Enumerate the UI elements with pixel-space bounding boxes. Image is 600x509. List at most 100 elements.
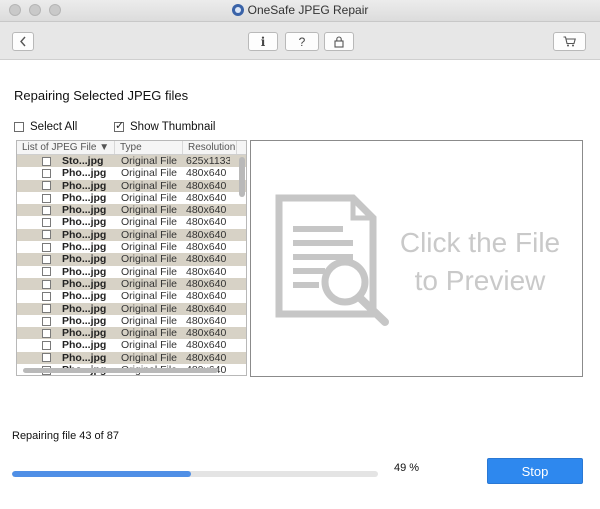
cart-button[interactable] <box>553 32 586 51</box>
table-row[interactable]: Pho...jpg Original File 480x640 <box>17 327 246 340</box>
table-row[interactable]: Sto...jpg Original File 625x1133 <box>17 155 246 168</box>
info-button[interactable]: i <box>248 32 278 51</box>
row-checkbox[interactable] <box>42 205 51 215</box>
table-row[interactable]: Pho...jpg Original File 480x640 <box>17 290 246 302</box>
table-row[interactable]: Pho...jpg Original File 480x640 <box>17 315 246 327</box>
file-resolution: 480x640 <box>186 216 227 229</box>
help-button[interactable]: ? <box>285 32 319 51</box>
row-checkbox[interactable] <box>42 193 51 203</box>
file-type: Original File <box>121 253 178 266</box>
select-all-box[interactable] <box>14 122 24 132</box>
row-checkbox[interactable] <box>42 353 51 363</box>
list-rows: Sto...jpg Original File 625x1133 Pho...jpg O… <box>17 155 246 375</box>
row-checkbox[interactable] <box>42 279 51 289</box>
window-title: OneSafe JPEG Repair <box>247 3 369 17</box>
lock-button[interactable] <box>324 32 354 51</box>
table-row[interactable]: Pho...jpg Original File 480x640 <box>17 277 246 291</box>
row-checkbox[interactable] <box>42 156 51 166</box>
table-row[interactable]: Pho...jpg Original File 480x640 <box>17 253 246 266</box>
document-search-icon <box>275 194 389 326</box>
info-icon: i <box>260 34 266 49</box>
title-bar: OneSafe JPEG Repair <box>0 0 600 22</box>
back-button[interactable] <box>12 32 34 51</box>
row-checkbox[interactable] <box>42 328 51 338</box>
show-thumbnail-box[interactable] <box>114 119 124 132</box>
row-checkbox[interactable] <box>42 316 51 326</box>
table-row[interactable]: Pho...jpg Original File 480x640 <box>17 351 246 365</box>
vertical-scrollbar[interactable] <box>239 157 245 197</box>
file-type: Original File <box>121 290 178 303</box>
file-type: Original File <box>121 302 178 315</box>
preview-hint-line2: to Preview <box>414 265 546 296</box>
preview-hint: Click the File to Preview <box>385 224 575 300</box>
cart-icon <box>563 36 576 47</box>
file-resolution: 480x640 <box>186 241 227 254</box>
file-resolution: 480x640 <box>186 327 227 340</box>
file-resolution: 480x640 <box>186 228 227 241</box>
horizontal-scrollbar[interactable] <box>23 368 218 373</box>
column-header-resolution[interactable]: Resolution <box>183 141 237 154</box>
app-logo-icon <box>231 4 244 16</box>
file-name: Pho...jpg <box>62 179 107 192</box>
table-row[interactable]: Pho...jpg Original File 480x640 <box>17 204 246 217</box>
column-header-type[interactable]: Type <box>115 141 183 154</box>
table-row[interactable]: Pho...jpg Original File 480x640 <box>17 241 246 253</box>
table-row[interactable]: Pho...jpg Original File 480x640 <box>17 302 246 315</box>
file-name: Pho...jpg <box>62 290 107 303</box>
table-row[interactable]: Pho...jpg Original File 480x640 <box>17 216 246 228</box>
preview-pane[interactable]: Click the File to Preview <box>250 140 583 377</box>
file-name: Pho...jpg <box>62 265 107 278</box>
file-type: Original File <box>121 265 178 278</box>
file-type: Original File <box>121 228 178 241</box>
show-thumbnail-label: Show Thumbnail <box>130 121 216 133</box>
row-checkbox[interactable] <box>42 242 51 252</box>
file-resolution: 480x640 <box>186 302 227 315</box>
file-type: Original File <box>121 241 178 254</box>
row-checkbox[interactable] <box>42 181 51 191</box>
show-thumbnail-checkbox[interactable]: Show Thumbnail <box>114 119 216 133</box>
file-name: Pho...jpg <box>62 302 107 315</box>
table-row[interactable]: Pho...jpg Original File 480x640 <box>17 179 246 192</box>
table-row[interactable]: Pho...jpg Original File 480x640 <box>17 266 246 278</box>
file-resolution: 480x640 <box>186 204 227 217</box>
file-name: Pho...jpg <box>62 167 107 180</box>
file-name: Pho...jpg <box>62 339 107 352</box>
file-list[interactable]: List of JPEG File ▼ Type Resolution Sto.… <box>16 140 247 376</box>
file-resolution: 625x1133 <box>186 155 230 167</box>
table-row[interactable]: Pho...jpg Original File 480x640 <box>17 192 246 204</box>
table-row[interactable]: Pho...jpg Original File 480x640 <box>17 167 246 179</box>
row-checkbox[interactable] <box>42 267 51 277</box>
file-type: Original File <box>121 155 178 167</box>
table-row[interactable]: Pho...jpg Original File 480x640 <box>17 339 246 351</box>
progress-percent: 49 % <box>394 462 420 474</box>
file-type: Original File <box>121 204 178 217</box>
file-type: Original File <box>121 191 178 204</box>
column-header-file[interactable]: List of JPEG File ▼ <box>17 141 115 154</box>
file-resolution: 480x640 <box>186 253 227 266</box>
chevron-left-icon <box>20 36 26 47</box>
file-type: Original File <box>121 167 178 180</box>
file-type: Original File <box>121 277 178 290</box>
file-resolution: 480x640 <box>186 179 227 192</box>
file-type: Original File <box>121 327 178 340</box>
file-resolution: 480x640 <box>186 339 227 352</box>
row-checkbox[interactable] <box>42 341 51 351</box>
row-checkbox[interactable] <box>42 218 51 228</box>
table-row[interactable]: Pho...jpg Original File 480x640 <box>17 228 246 242</box>
file-resolution: 480x640 <box>186 277 227 290</box>
file-name: Pho...jpg <box>62 216 107 229</box>
stop-button[interactable]: Stop <box>487 458 583 484</box>
row-checkbox[interactable] <box>42 230 51 240</box>
file-type: Original File <box>121 314 178 327</box>
file-name: Sto...jpg <box>62 155 104 167</box>
row-checkbox[interactable] <box>42 168 51 178</box>
row-checkbox[interactable] <box>42 255 51 265</box>
lock-icon <box>334 35 344 48</box>
row-checkbox[interactable] <box>42 304 51 314</box>
preview-hint-line1: Click the File <box>399 227 561 258</box>
file-name: Pho...jpg <box>62 253 107 266</box>
select-all-checkbox[interactable]: Select All <box>14 121 77 133</box>
row-checkbox[interactable] <box>42 291 51 301</box>
file-resolution: 480x640 <box>186 191 227 204</box>
select-all-label: Select All <box>30 121 78 133</box>
